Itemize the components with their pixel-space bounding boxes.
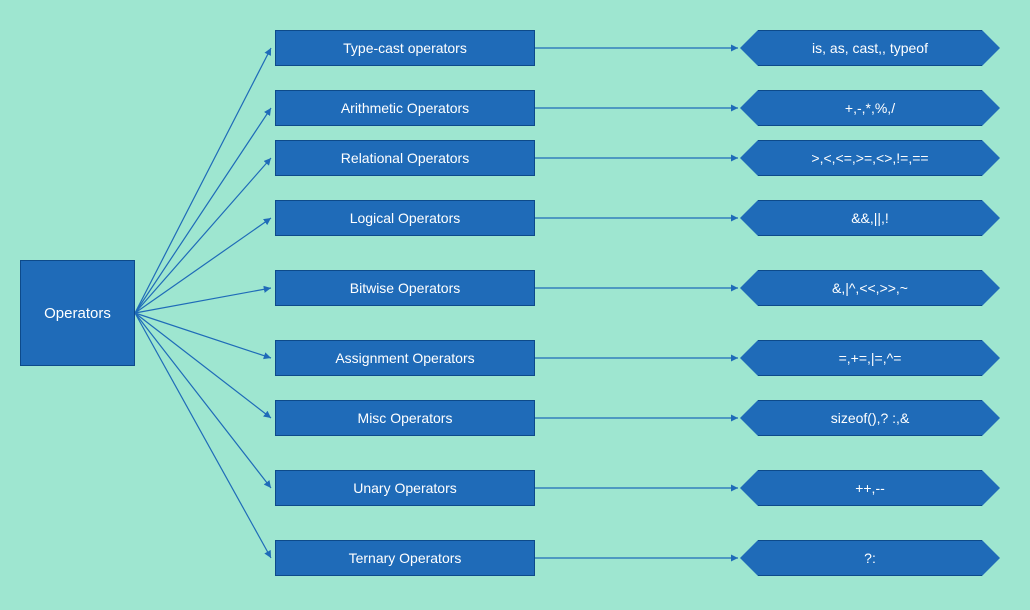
hex-cap-right xyxy=(982,340,1000,376)
detail-label: ?: xyxy=(864,550,876,566)
detail-body: =,+=,|=,^= xyxy=(758,340,982,376)
hex-cap-right xyxy=(982,270,1000,306)
category-box: Type-cast operators xyxy=(275,30,535,66)
category-box: Misc Operators xyxy=(275,400,535,436)
detail-body: &&,||,! xyxy=(758,200,982,236)
detail-hexagon: ++,-- xyxy=(740,470,1000,506)
connector-root-to-category xyxy=(135,313,271,488)
hex-cap-right xyxy=(982,90,1000,126)
detail-body: ?: xyxy=(758,540,982,576)
connector-root-to-category xyxy=(135,313,271,358)
category-label: Assignment Operators xyxy=(335,350,474,366)
category-label: Type-cast operators xyxy=(343,40,467,56)
category-box: Relational Operators xyxy=(275,140,535,176)
detail-hexagon: >,<,<=,>=,<>,!=,== xyxy=(740,140,1000,176)
root-operators-box: Operators xyxy=(20,260,135,366)
hex-cap-right xyxy=(982,200,1000,236)
detail-label: ++,-- xyxy=(855,480,885,496)
hex-cap-right xyxy=(982,140,1000,176)
category-label: Logical Operators xyxy=(350,210,461,226)
connector-root-to-category xyxy=(135,158,271,313)
detail-label: +,-,*,%,/ xyxy=(845,100,895,116)
detail-body: sizeof(),? :,& xyxy=(758,400,982,436)
hex-cap-left xyxy=(740,540,758,576)
category-label: Relational Operators xyxy=(341,150,469,166)
detail-label: sizeof(),? :,& xyxy=(831,410,910,426)
detail-body: >,<,<=,>=,<>,!=,== xyxy=(758,140,982,176)
connector-root-to-category xyxy=(135,288,271,313)
connector-root-to-category xyxy=(135,313,271,418)
connector-root-to-category xyxy=(135,218,271,313)
category-label: Bitwise Operators xyxy=(350,280,460,296)
hex-cap-left xyxy=(740,470,758,506)
category-box: Assignment Operators xyxy=(275,340,535,376)
hex-cap-left xyxy=(740,270,758,306)
detail-hexagon: =,+=,|=,^= xyxy=(740,340,1000,376)
detail-hexagon: sizeof(),? :,& xyxy=(740,400,1000,436)
detail-body: &,|^,<<,>>,~ xyxy=(758,270,982,306)
hex-cap-right xyxy=(982,470,1000,506)
detail-body: ++,-- xyxy=(758,470,982,506)
connector-root-to-category xyxy=(135,48,271,313)
category-label: Unary Operators xyxy=(353,480,456,496)
category-box: Arithmetic Operators xyxy=(275,90,535,126)
category-label: Misc Operators xyxy=(358,410,453,426)
hex-cap-left xyxy=(740,30,758,66)
detail-label: is, as, cast,, typeof xyxy=(812,40,928,56)
category-box: Unary Operators xyxy=(275,470,535,506)
hex-cap-left xyxy=(740,200,758,236)
category-box: Logical Operators xyxy=(275,200,535,236)
hex-cap-right xyxy=(982,30,1000,66)
category-box: Bitwise Operators xyxy=(275,270,535,306)
hex-cap-left xyxy=(740,340,758,376)
detail-body: is, as, cast,, typeof xyxy=(758,30,982,66)
category-box: Ternary Operators xyxy=(275,540,535,576)
hex-cap-left xyxy=(740,90,758,126)
category-label: Ternary Operators xyxy=(349,550,462,566)
connector-root-to-category xyxy=(135,108,271,313)
category-label: Arithmetic Operators xyxy=(341,100,469,116)
detail-hexagon: ?: xyxy=(740,540,1000,576)
hex-cap-right xyxy=(982,400,1000,436)
detail-label: &&,||,! xyxy=(851,210,889,226)
detail-hexagon: &,|^,<<,>>,~ xyxy=(740,270,1000,306)
detail-body: +,-,*,%,/ xyxy=(758,90,982,126)
hex-cap-right xyxy=(982,540,1000,576)
detail-hexagon: &&,||,! xyxy=(740,200,1000,236)
detail-label: =,+=,|=,^= xyxy=(839,350,902,366)
detail-hexagon: +,-,*,%,/ xyxy=(740,90,1000,126)
connector-root-to-category xyxy=(135,313,271,558)
hex-cap-left xyxy=(740,400,758,436)
hex-cap-left xyxy=(740,140,758,176)
detail-hexagon: is, as, cast,, typeof xyxy=(740,30,1000,66)
detail-label: >,<,<=,>=,<>,!=,== xyxy=(811,150,928,166)
detail-label: &,|^,<<,>>,~ xyxy=(832,280,908,296)
root-label: Operators xyxy=(44,305,111,322)
